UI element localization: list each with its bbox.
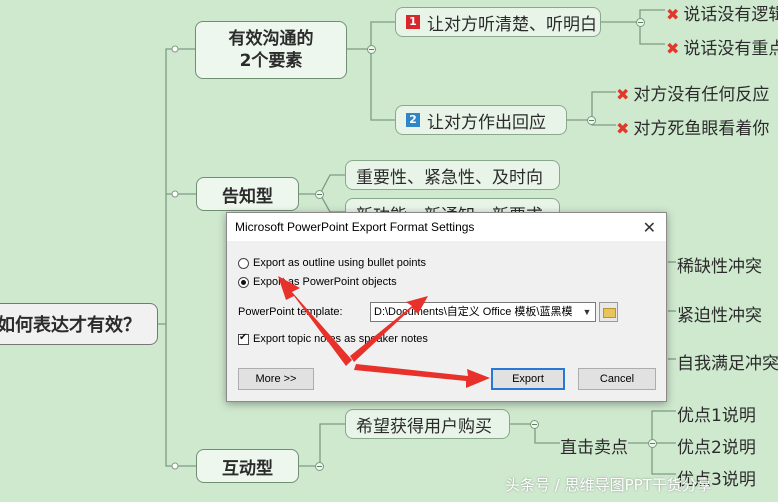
leaf-no-logic-label: 说话没有逻辑 bbox=[683, 5, 778, 25]
branch-effective-label: 有效沟通的 2个要素 bbox=[228, 29, 314, 71]
dialog-title: Microsoft PowerPoint Export Format Setti… bbox=[235, 220, 475, 234]
leaf-self-satisfaction-conflict[interactable]: 自我满足冲突 bbox=[677, 349, 778, 374]
leaf-advantage-1-label: 优点1说明 bbox=[677, 406, 756, 426]
cross-icon: ✖ bbox=[666, 39, 680, 58]
topic-selling-label: 直击卖点 bbox=[560, 438, 628, 458]
dialog-titlebar[interactable]: Microsoft PowerPoint Export Format Setti… bbox=[227, 213, 666, 241]
chevron-down-icon[interactable]: ▼ bbox=[579, 303, 595, 321]
template-label: PowerPoint template: bbox=[238, 306, 343, 318]
cross-icon: ✖ bbox=[616, 85, 630, 104]
template-select[interactable]: D:\Documents\自定义 Office 模板\蓝黑模 ▼ bbox=[370, 302, 596, 322]
radio-export-outline[interactable] bbox=[238, 258, 249, 269]
number-2-icon: 2 bbox=[406, 113, 420, 127]
topic-get-response[interactable]: 2 让对方作出回应 bbox=[395, 105, 567, 135]
more-button[interactable]: More >> bbox=[238, 368, 314, 390]
leaf-no-focus[interactable]: ✖ 说话没有重点 bbox=[666, 34, 778, 59]
leaf-scarcity-conflict[interactable]: 稀缺性冲突 bbox=[677, 252, 762, 277]
topic-listen-label: 让对方听清楚、听明白 bbox=[427, 14, 597, 35]
branch-interactive-type[interactable]: 互动型 bbox=[196, 449, 299, 483]
cross-icon: ✖ bbox=[666, 5, 680, 24]
number-1-icon: 1 bbox=[406, 15, 420, 29]
export-settings-dialog: Microsoft PowerPoint Export Format Setti… bbox=[226, 212, 667, 402]
topic-listen-clearly[interactable]: 1 让对方听清楚、听明白 bbox=[395, 7, 601, 37]
radio-export-outline-label[interactable]: Export as outline using bullet points bbox=[253, 257, 426, 269]
cross-icon: ✖ bbox=[616, 119, 630, 138]
leaf-scarcity-label: 稀缺性冲突 bbox=[677, 257, 762, 277]
central-topic[interactable]: 如何表达才有效？ bbox=[0, 303, 158, 345]
leaf-urgency-conflict[interactable]: 紧迫性冲突 bbox=[677, 301, 762, 326]
leaf-dead-fish-label: 对方死鱼眼看着你 bbox=[633, 119, 770, 139]
branch-inform-label: 告知型 bbox=[222, 186, 273, 207]
radio-export-objects[interactable] bbox=[238, 277, 249, 288]
collapse-effective-toggle[interactable] bbox=[367, 45, 376, 54]
collapse-response-toggle[interactable] bbox=[587, 116, 596, 125]
browse-folder-icon[interactable] bbox=[599, 302, 618, 322]
leaf-no-focus-label: 说话没有重点 bbox=[683, 39, 778, 59]
topic-importance-label: 重要性、紧急性、及时向 bbox=[356, 167, 543, 188]
topic-selling-point[interactable]: 直击卖点 bbox=[560, 433, 628, 458]
leaf-advantage-1[interactable]: 优点1说明 bbox=[677, 401, 756, 426]
collapse-selling-toggle[interactable] bbox=[648, 439, 657, 448]
close-icon[interactable]: ✕ bbox=[643, 218, 656, 238]
leaf-no-reaction[interactable]: ✖ 对方没有任何反应 bbox=[616, 80, 769, 105]
radio-export-objects-label[interactable]: Export as PowerPoint objects bbox=[253, 276, 397, 288]
branch-inform-type[interactable]: 告知型 bbox=[196, 177, 299, 211]
topic-importance[interactable]: 重要性、紧急性、及时向 bbox=[345, 160, 560, 190]
leaf-advantage-2[interactable]: 优点2说明 bbox=[677, 433, 756, 458]
collapse-interactive-toggle[interactable] bbox=[315, 462, 324, 471]
leaf-dead-fish-eye[interactable]: ✖ 对方死鱼眼看着你 bbox=[616, 114, 769, 139]
topic-purchase-label: 希望获得用户购买 bbox=[356, 416, 492, 437]
central-topic-label: 如何表达才有效？ bbox=[0, 315, 141, 336]
leaf-no-logic[interactable]: ✖ 说话没有逻辑 bbox=[666, 0, 778, 25]
topic-purchase-goal[interactable]: 希望获得用户购买 bbox=[345, 409, 510, 439]
leaf-advantage-2-label: 优点2说明 bbox=[677, 438, 756, 458]
cancel-button[interactable]: Cancel bbox=[578, 368, 656, 390]
checkbox-speaker-notes[interactable] bbox=[238, 332, 249, 345]
checkbox-speaker-notes-label[interactable]: Export topic notes as speaker notes bbox=[253, 333, 428, 345]
leaf-self-satisfaction-label: 自我满足冲突 bbox=[677, 354, 778, 374]
topic-response-label: 让对方作出回应 bbox=[427, 112, 546, 133]
branch-effective-communication[interactable]: 有效沟通的 2个要素 bbox=[195, 21, 347, 79]
watermark-text: 头条号 / 思维导图PPT干货分享 bbox=[505, 476, 712, 494]
collapse-inform-toggle[interactable] bbox=[315, 190, 324, 199]
collapse-listen-toggle[interactable] bbox=[636, 18, 645, 27]
leaf-urgency-label: 紧迫性冲突 bbox=[677, 306, 762, 326]
branch-interactive-label: 互动型 bbox=[222, 458, 273, 479]
leaf-no-reaction-label: 对方没有任何反应 bbox=[633, 85, 770, 105]
export-button[interactable]: Export bbox=[491, 368, 565, 390]
template-select-value: D:\Documents\自定义 Office 模板\蓝黑模 bbox=[374, 306, 573, 318]
collapse-purchase-toggle[interactable] bbox=[530, 420, 539, 429]
